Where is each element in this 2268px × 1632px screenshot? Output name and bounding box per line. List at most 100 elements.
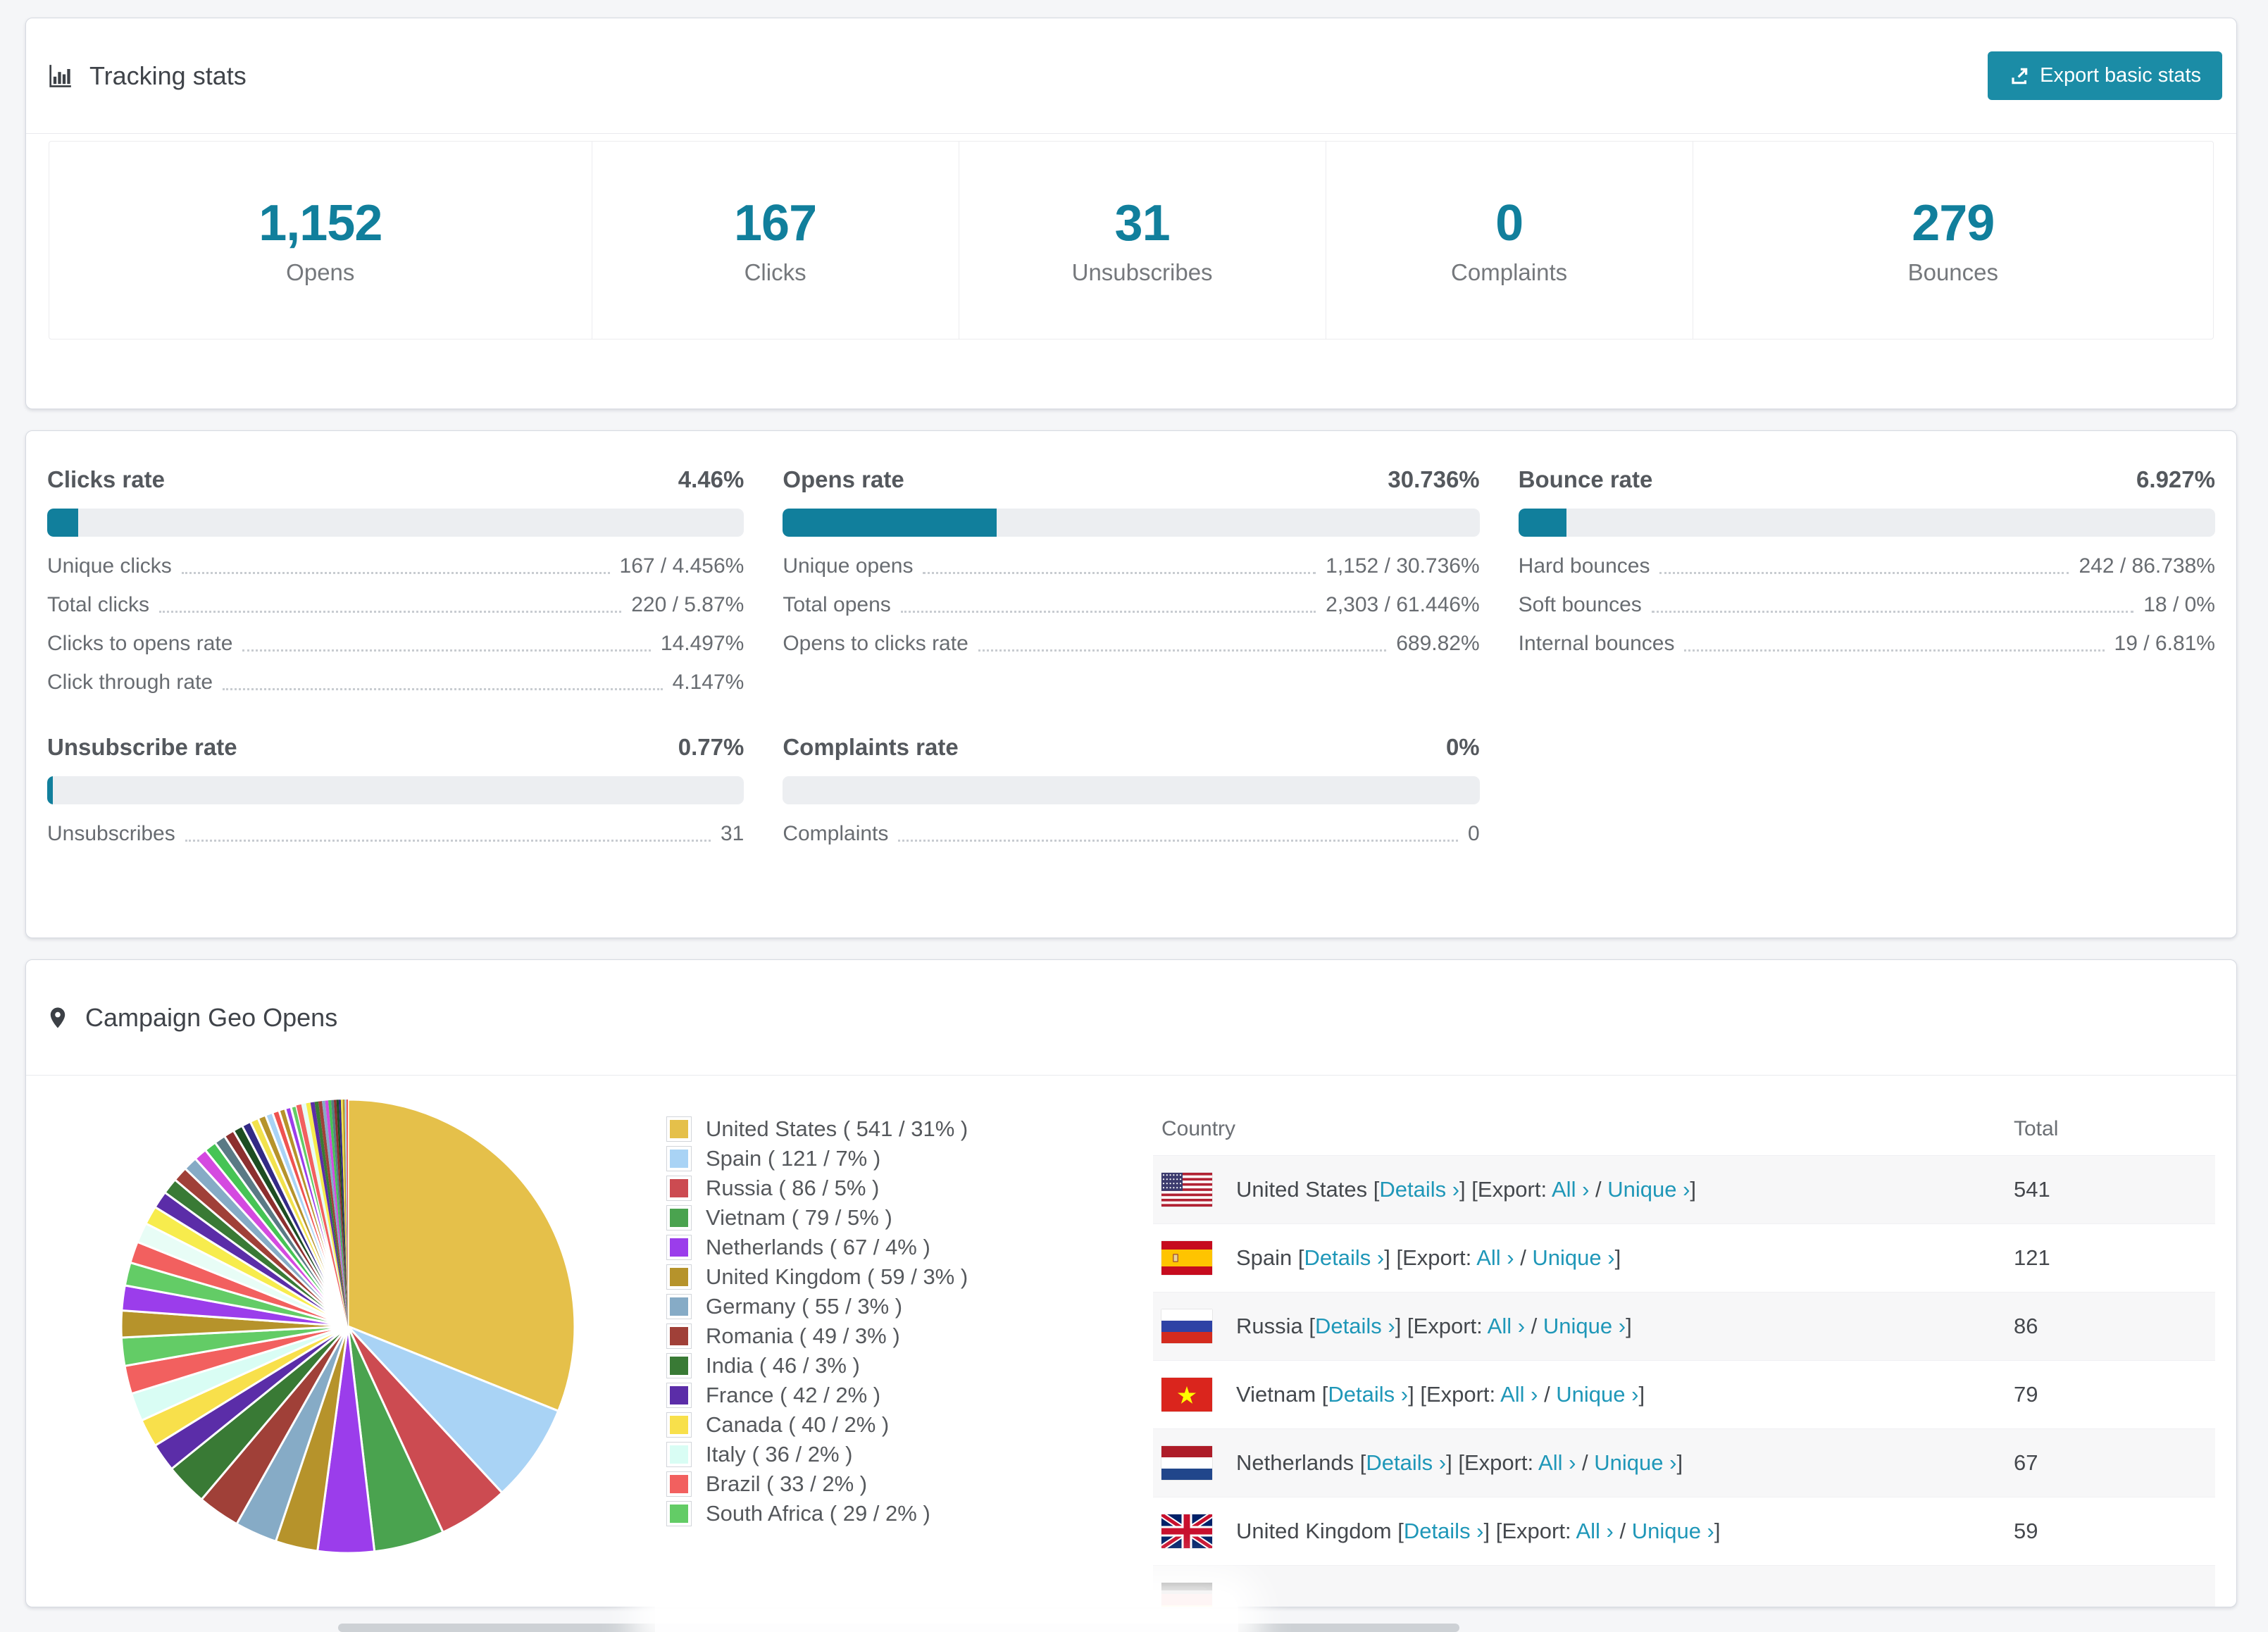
rate-title: Unsubscribe rate	[47, 734, 237, 760]
progress-bar	[47, 776, 744, 804]
country-name: Netherlands	[1236, 1450, 1354, 1475]
details-link[interactable]: Details ›	[1404, 1519, 1484, 1543]
row-total: 79	[2014, 1382, 2038, 1407]
legend-item: Vietnam ( 79 / 5% )	[666, 1203, 968, 1233]
details-link[interactable]: Details ›	[1315, 1314, 1395, 1338]
stat-row: Internal bounces 19 / 6.81%	[1519, 621, 2215, 660]
export-basic-stats-button[interactable]: Export basic stats	[1988, 51, 2222, 100]
rates-grid: Clicks rate 4.46% Unique clicks 167 / 4.…	[47, 466, 2215, 850]
legend-label: France ( 42 / 2% )	[706, 1383, 881, 1407]
flag-ru-icon	[1161, 1309, 1212, 1343]
rate-panel: Opens rate 30.736% Unique opens 1,152 / …	[783, 466, 1480, 699]
export-all-link[interactable]: All ›	[1538, 1450, 1576, 1475]
summary-card: 0 Complaints	[1326, 142, 1693, 339]
table-header-country: Country	[1161, 1116, 1236, 1140]
table-row: United States [Details ›] [Export: All ›…	[1153, 1155, 2215, 1223]
dotted-leader	[1659, 572, 2069, 574]
export-button-label: Export basic stats	[2040, 64, 2201, 87]
tracking-stats-card: Tracking stats Export basic stats 1,152 …	[25, 18, 2237, 409]
rate-title: Clicks rate	[47, 466, 165, 492]
summary-label: Opens	[286, 259, 355, 285]
legend-item: United States ( 541 / 31% )	[666, 1114, 968, 1144]
export-all-link[interactable]: All ›	[1500, 1382, 1538, 1407]
export-unique-link[interactable]: Unique ›	[1607, 1177, 1690, 1202]
export-unique-link[interactable]: Unique ›	[1556, 1382, 1638, 1407]
stat-row: Total clicks 220 / 5.87%	[47, 583, 744, 621]
summary-value: 31	[1114, 195, 1171, 251]
stat-label: Total opens	[783, 593, 891, 616]
summary-card: 31 Unsubscribes	[959, 142, 1326, 339]
flag-gb-icon	[1161, 1514, 1212, 1548]
export-unique-link[interactable]: Unique ›	[1594, 1450, 1676, 1475]
export-label: Export:	[1464, 1450, 1539, 1475]
dotted-leader	[1684, 649, 2105, 652]
stat-row: Unsubscribes 31	[47, 811, 744, 850]
details-link[interactable]: Details ›	[1366, 1450, 1446, 1475]
geo-table-header: Country Total	[1153, 1102, 2215, 1155]
legend-item: Canada ( 40 / 2% )	[666, 1410, 968, 1440]
summary-label: Clicks	[744, 259, 806, 285]
dotted-leader	[1651, 611, 2134, 613]
summary-card: 167 Clicks	[592, 142, 959, 339]
stat-label: Clicks to opens rate	[47, 632, 233, 655]
export-all-link[interactable]: All ›	[1488, 1314, 1525, 1338]
details-link[interactable]: Details ›	[1328, 1382, 1408, 1407]
legend-swatch	[666, 1471, 692, 1497]
rates-card: Clicks rate 4.46% Unique clicks 167 / 4.…	[25, 430, 2237, 938]
summary-card: 279 Bounces	[1693, 142, 2213, 339]
geo-header: Campaign Geo Opens	[26, 960, 2236, 1076]
dotted-leader	[978, 649, 1387, 652]
legend-item: Romania ( 49 / 3% )	[666, 1321, 968, 1351]
summary-value: 279	[1912, 195, 1995, 251]
stat-label: Unique clicks	[47, 554, 172, 578]
dashboard: Tracking stats Export basic stats 1,152 …	[0, 18, 2268, 1607]
stat-row: Unique opens 1,152 / 30.736%	[783, 544, 1479, 583]
legend-label: Italy ( 36 / 2% )	[706, 1442, 853, 1466]
summary-label: Bounces	[1907, 259, 1999, 285]
map-pin-icon	[50, 1007, 66, 1028]
summary-value: 1,152	[258, 195, 382, 251]
dotted-leader	[181, 572, 610, 574]
export-label: Export:	[1477, 1177, 1552, 1202]
legend-item: United Kingdom ( 59 / 3% )	[666, 1262, 968, 1292]
table-header-total: Total	[2014, 1116, 2059, 1140]
geo-table-body: United States [Details ›] [Export: All ›…	[1153, 1155, 2215, 1607]
flag-vn-icon	[1161, 1378, 1212, 1412]
flag-nl-icon	[1161, 1446, 1212, 1480]
legend-swatch	[666, 1501, 692, 1526]
rate-value: 30.736%	[1388, 466, 1480, 492]
stat-value: 167 / 4.456%	[619, 554, 744, 578]
legend-swatch	[666, 1383, 692, 1408]
export-label: Export:	[1426, 1382, 1501, 1407]
export-unique-link[interactable]: Unique ›	[1632, 1519, 1714, 1543]
stat-label: Total clicks	[47, 593, 150, 616]
export-all-link[interactable]: All ›	[1476, 1245, 1514, 1270]
geo-legend: United States ( 541 / 31% ) Spain ( 121 …	[666, 1114, 968, 1528]
progress-fill	[1518, 509, 1567, 537]
export-all-link[interactable]: All ›	[1552, 1177, 1589, 1202]
stat-value: 31	[720, 822, 744, 845]
export-unique-link[interactable]: Unique ›	[1543, 1314, 1626, 1338]
country-name: Spain	[1236, 1245, 1292, 1270]
export-unique-link[interactable]: Unique ›	[1532, 1245, 1614, 1270]
table-row: Netherlands [Details ›] [Export: All › /…	[1153, 1428, 2215, 1497]
details-link[interactable]: Details ›	[1304, 1245, 1385, 1270]
details-link[interactable]: Details ›	[1379, 1177, 1459, 1202]
country-name: United Kingdom	[1236, 1519, 1392, 1543]
geo-card: Campaign Geo Opens United States ( 541 /…	[25, 959, 2237, 1607]
stat-label: Internal bounces	[1518, 632, 1675, 655]
geo-title-text: Campaign Geo Opens	[85, 1002, 338, 1032]
legend-swatch	[666, 1205, 692, 1231]
export-all-link[interactable]: All ›	[1576, 1519, 1613, 1543]
summary-label: Unsubscribes	[1071, 259, 1213, 285]
tracking-stats-header: Tracking stats Export basic stats	[26, 18, 2236, 134]
stat-row: Complaints 0	[783, 811, 1479, 850]
legend-label: Romania ( 49 / 3% )	[706, 1323, 900, 1348]
row-total: 67	[2014, 1450, 2038, 1475]
row-total: 541	[2014, 1177, 2050, 1202]
table-row: Vietnam [Details ›] [Export: All › / Uni…	[1153, 1360, 2215, 1428]
summary-row: 1,152 Opens 167 Clicks 31 Unsubscribes 0…	[49, 141, 2214, 340]
rate-title: Complaints rate	[783, 734, 959, 760]
stat-value: 689.82%	[1396, 632, 1480, 655]
country-cell: United States [Details ›] [Export: All ›…	[1236, 1177, 1697, 1202]
